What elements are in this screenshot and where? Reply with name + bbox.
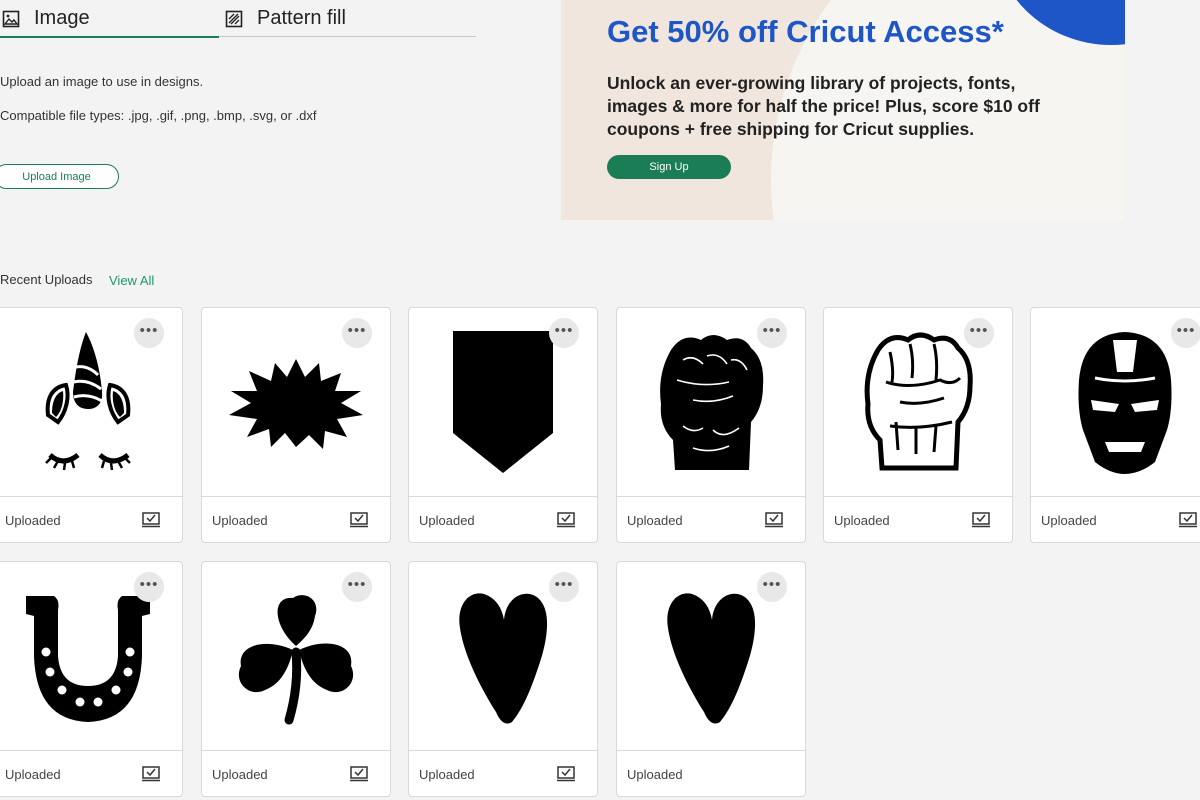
horseshoe-icon (26, 596, 150, 722)
starburst-icon (229, 359, 363, 449)
heart-icon (459, 593, 548, 724)
select-checkbox-icon[interactable] (142, 766, 160, 782)
promo-title: Get 50% off Cricut Access* (607, 14, 1004, 49)
more-options-button[interactable]: ••• (342, 318, 372, 348)
unicorn-face-icon (45, 332, 131, 471)
tab-image[interactable]: Image (0, 0, 219, 38)
upload-status: Uploaded (627, 513, 683, 528)
upload-card[interactable]: ••• Uploaded (408, 307, 598, 543)
more-options-dots: ••• (1176, 321, 1196, 339)
upload-status: Uploaded (212, 767, 268, 782)
more-options-button[interactable]: ••• (757, 318, 787, 348)
image-tabs: Image Pattern fill (0, 0, 476, 38)
upload-status: Uploaded (627, 767, 683, 782)
select-checkbox-icon[interactable] (972, 512, 990, 528)
upload-card-footer: Uploaded (617, 750, 805, 796)
upload-card-footer: Uploaded (1031, 496, 1200, 542)
pattern-fill-icon (225, 10, 243, 27)
view-all-link[interactable]: View All (109, 273, 154, 288)
upload-card-footer: Uploaded (617, 496, 805, 542)
sign-up-button[interactable]: Sign Up (607, 155, 731, 179)
upload-image-button[interactable]: Upload Image (0, 164, 119, 189)
more-options-button[interactable]: ••• (964, 318, 994, 348)
upload-status: Uploaded (834, 513, 890, 528)
upload-status: Uploaded (1041, 513, 1097, 528)
more-options-dots: ••• (554, 321, 574, 339)
upload-card-footer: Uploaded (202, 496, 390, 542)
more-options-button[interactable]: ••• (134, 572, 164, 602)
hulk-fist-outline-icon (864, 332, 973, 470)
upload-card[interactable]: ••• Uploaded (201, 307, 391, 543)
cricut-access-promo-banner: Get 50% off Cricut Access* Unlock an eve… (561, 0, 1125, 220)
recent-uploads-label: Recent Uploads (0, 272, 93, 287)
more-options-dots: ••• (762, 321, 782, 339)
upload-status: Uploaded (5, 513, 61, 528)
upload-status: Uploaded (5, 767, 61, 782)
select-checkbox-icon[interactable] (1179, 512, 1197, 528)
upload-card-footer: Uploaded (409, 750, 597, 796)
more-options-button[interactable]: ••• (134, 318, 164, 348)
upload-status: Uploaded (419, 513, 475, 528)
iron-man-helmet-icon (1078, 331, 1172, 474)
upload-status: Uploaded (419, 767, 475, 782)
upload-card[interactable]: ••• Uploaded (408, 561, 598, 797)
more-options-button[interactable]: ••• (1171, 318, 1200, 348)
compatible-file-types: Compatible file types: .jpg, .gif, .png,… (0, 108, 317, 123)
more-options-dots: ••• (139, 575, 159, 593)
upload-card-footer: Uploaded (202, 750, 390, 796)
more-options-dots: ••• (969, 321, 989, 339)
select-checkbox-icon[interactable] (350, 512, 368, 528)
upload-card-footer: Uploaded (0, 750, 182, 796)
shamrock-icon (238, 595, 354, 725)
more-options-button[interactable]: ••• (549, 572, 579, 602)
tab-pattern-fill-label: Pattern fill (257, 7, 346, 29)
more-options-button[interactable]: ••• (757, 572, 787, 602)
more-options-dots: ••• (139, 321, 159, 339)
more-options-dots: ••• (554, 575, 574, 593)
select-checkbox-icon[interactable] (765, 512, 783, 528)
more-options-dots: ••• (347, 321, 367, 339)
upload-status: Uploaded (212, 513, 268, 528)
image-icon (2, 10, 20, 27)
pennant-banner-icon (453, 331, 553, 473)
promo-body: Unlock an ever-growing library of projec… (607, 73, 1040, 139)
upload-description: Upload an image to use in designs. (0, 74, 204, 89)
upload-card[interactable]: ••• Uploaded (616, 307, 806, 543)
hulk-fist-icon (660, 334, 764, 470)
upload-card[interactable]: ••• Uploaded (1030, 307, 1200, 543)
tab-pattern-fill[interactable]: Pattern fill (219, 0, 476, 37)
tab-image-label: Image (34, 7, 90, 29)
upload-card[interactable]: ••• Uploaded (201, 561, 391, 797)
upload-card-footer: Uploaded (0, 496, 182, 542)
upload-card[interactable]: ••• Uploaded (616, 561, 806, 797)
select-checkbox-icon[interactable] (142, 512, 160, 528)
upload-card-footer: Uploaded (824, 496, 1012, 542)
more-options-button[interactable]: ••• (342, 572, 372, 602)
upload-card[interactable]: ••• Uploaded (0, 307, 183, 543)
select-checkbox-icon[interactable] (350, 766, 368, 782)
upload-card[interactable]: ••• Uploaded (0, 561, 183, 797)
more-options-dots: ••• (762, 575, 782, 593)
heart-icon (667, 593, 756, 724)
select-checkbox-icon[interactable] (557, 512, 575, 528)
select-checkbox-icon[interactable] (557, 766, 575, 782)
upload-card-footer: Uploaded (409, 496, 597, 542)
more-options-dots: ••• (347, 575, 367, 593)
more-options-button[interactable]: ••• (549, 318, 579, 348)
upload-card[interactable]: ••• Uploaded (823, 307, 1013, 543)
